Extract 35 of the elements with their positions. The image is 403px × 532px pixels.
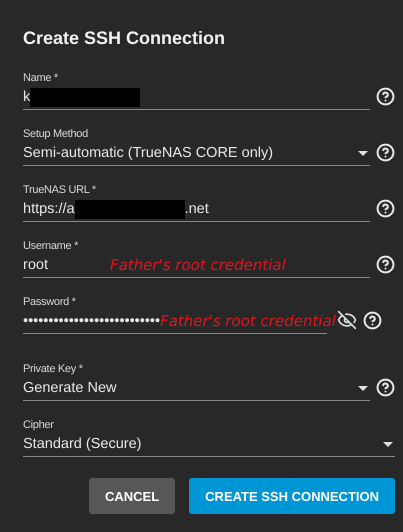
field-value: https://a [23, 201, 75, 217]
field-value: root [23, 257, 48, 273]
field-label: Username * [23, 240, 80, 253]
select-field[interactable]: Semi-automatic (TrueNAS CORE only) [23, 141, 370, 166]
dropdown-caret-icon [358, 386, 368, 390]
select-field[interactable]: Standard (Secure) [23, 432, 395, 457]
dropdown-caret-icon [358, 150, 368, 156]
eye-off-icon[interactable] [337, 310, 357, 330]
field-label: Setup Method [23, 128, 89, 141]
field-value: k [23, 89, 30, 105]
field-label: TrueNAS URL * [23, 184, 97, 197]
field-label: Password * [23, 296, 77, 309]
field-label: Private Key * [23, 363, 84, 376]
help-icon[interactable] [376, 378, 395, 397]
field-value: ••••••••••••••••••••••••••• [23, 313, 160, 329]
field-value: .net [184, 201, 209, 217]
cancel-button[interactable]: CANCEL [89, 478, 176, 514]
input-field[interactable]: https://a .net [23, 197, 370, 222]
help-icon[interactable] [376, 255, 395, 274]
annotation-text: Father's root credential [160, 312, 336, 330]
field-value: Standard (Secure) [23, 436, 142, 452]
help-icon[interactable] [376, 199, 395, 218]
select-field[interactable]: Generate New [23, 376, 370, 401]
field-label: Name * [23, 72, 59, 85]
annotation-text: Father's root credential [110, 256, 286, 274]
help-icon[interactable] [363, 311, 382, 330]
help-icon[interactable] [376, 143, 395, 162]
help-icon[interactable] [376, 87, 395, 106]
field-label: Cipher [23, 419, 55, 432]
dialog-title: Create SSH Connection [23, 28, 226, 49]
field-value: Generate New [23, 380, 116, 396]
dropdown-caret-icon [383, 442, 393, 446]
input-field[interactable]: root Father's root credential [23, 253, 370, 278]
input-field[interactable]: k [23, 85, 370, 110]
field-value: Semi-automatic (TrueNAS CORE only) [23, 145, 274, 161]
